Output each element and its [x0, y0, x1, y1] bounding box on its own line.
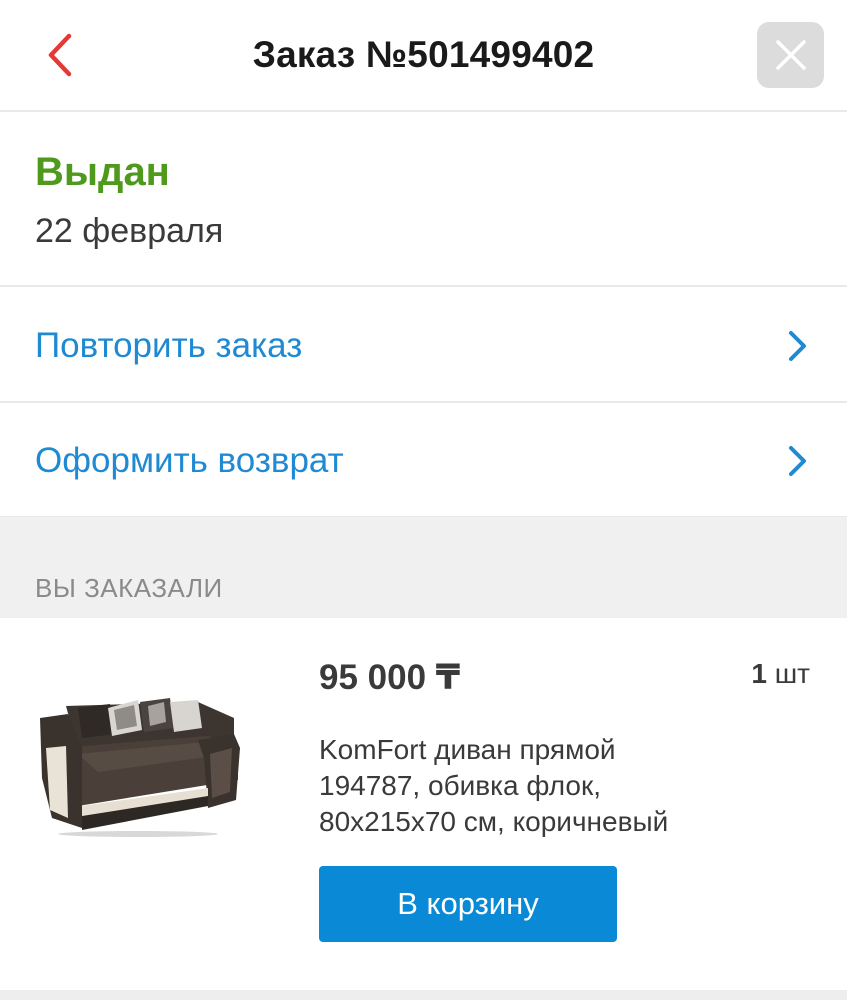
repeat-order-row[interactable]: Повторить заказ [0, 288, 847, 403]
order-status-date: 22 февраля [35, 212, 224, 250]
item-price: 95 000 ₸ [319, 658, 461, 697]
close-button[interactable] [757, 22, 824, 88]
item-name-line: 80x215x70 см, коричневый [319, 806, 669, 837]
item-name-line: 194787, обивка флок, [319, 770, 602, 801]
item-quantity-unit: шт [774, 658, 810, 689]
chevron-right-icon [789, 331, 806, 361]
item-name[interactable]: KomFort диван прямой 194787, обивка флок… [319, 732, 759, 840]
chevron-right-icon [789, 446, 806, 476]
item-quantity: 1 шт [751, 658, 810, 690]
header: Заказ №501499402 [0, 0, 847, 112]
bottom-divider [0, 990, 847, 1000]
order-status: Выдан [35, 150, 170, 194]
item-name-line: KomFort диван прямой [319, 734, 616, 765]
add-to-cart-button[interactable]: В корзину [319, 866, 617, 942]
sofa-product-image[interactable] [38, 688, 240, 838]
order-item: 95 000 ₸ 1 шт KomFort диван прямой 19478… [0, 618, 847, 990]
order-status-block: Выдан 22 февраля [0, 112, 847, 287]
repeat-order-label: Повторить заказ [35, 326, 303, 365]
return-order-label: Оформить возврат [35, 441, 344, 480]
close-icon [775, 40, 806, 70]
order-details-screen: Заказ №501499402 Выдан 22 февраля Повтор… [0, 0, 847, 1000]
page-title: Заказ №501499402 [252, 34, 595, 75]
item-quantity-number: 1 [751, 658, 767, 689]
ordered-section-title: ВЫ ЗАКАЗАЛИ [35, 573, 223, 603]
ordered-section-header: ВЫ ЗАКАЗАЛИ [0, 517, 847, 618]
return-order-row[interactable]: Оформить возврат [0, 403, 847, 518]
